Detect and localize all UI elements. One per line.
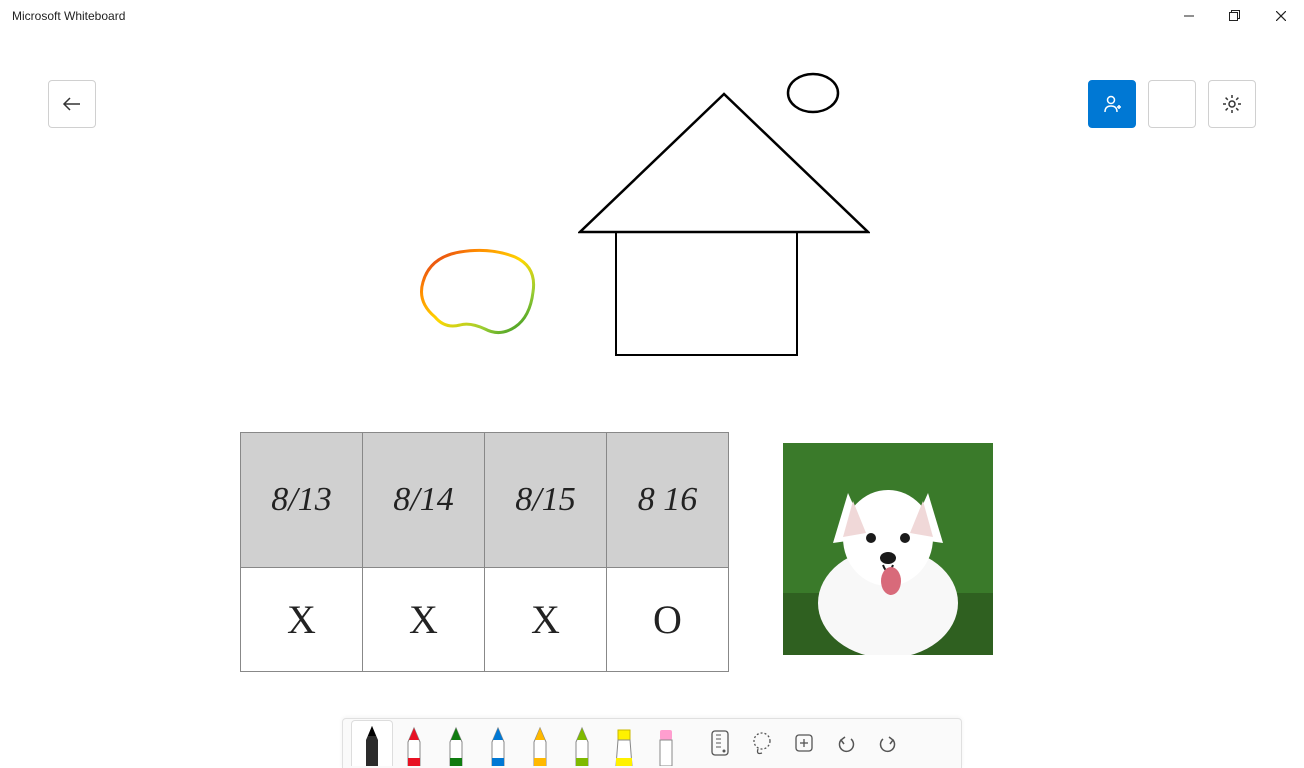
eraser-icon [656, 726, 676, 766]
tool-pen-lightgreen[interactable] [561, 720, 603, 766]
drawn-triangle [578, 92, 870, 234]
whiteboard-canvas[interactable]: 8/13 8/14 8/15 8 16 X X X O [0, 32, 1304, 768]
dog-image-icon [783, 443, 993, 655]
tool-ruler[interactable] [699, 720, 741, 766]
window-title: Microsoft Whiteboard [8, 9, 125, 23]
date-table[interactable]: 8/13 8/14 8/15 8 16 X X X O [240, 432, 729, 672]
tool-eraser[interactable] [645, 720, 687, 766]
table-cell[interactable]: X [241, 568, 363, 672]
inserted-image[interactable] [783, 443, 993, 655]
tool-pen-green[interactable] [435, 720, 477, 766]
table-header-cell[interactable]: 8/13 [241, 433, 363, 568]
table-row: X X X O [241, 568, 729, 672]
redo-icon [878, 733, 898, 753]
drawn-rectangle [615, 231, 798, 356]
close-button[interactable] [1258, 0, 1304, 32]
table-header-cell[interactable]: 8/15 [485, 433, 607, 568]
tool-pen-black[interactable] [351, 720, 393, 766]
title-bar: Microsoft Whiteboard [0, 0, 1304, 32]
tool-redo[interactable] [867, 720, 909, 766]
table-header-row: 8/13 8/14 8/15 8 16 [241, 433, 729, 568]
pen-icon [530, 726, 550, 766]
add-icon [794, 733, 814, 753]
tool-lasso[interactable] [741, 720, 783, 766]
ruler-icon [709, 729, 731, 757]
pen-toolbar [342, 718, 962, 768]
minimize-button[interactable] [1166, 0, 1212, 32]
tool-pen-yellow[interactable] [519, 720, 561, 766]
pen-icon [572, 726, 592, 766]
highlighter-icon [613, 726, 635, 766]
table-cell[interactable]: X [363, 568, 485, 672]
table-header-cell[interactable]: 8/14 [363, 433, 485, 568]
pen-icon [362, 724, 382, 766]
lasso-icon [750, 731, 774, 755]
table-cell[interactable]: O [607, 568, 729, 672]
table-header-cell[interactable]: 8 16 [607, 433, 729, 568]
table-cell[interactable]: X [485, 568, 607, 672]
rainbow-scribble [415, 247, 545, 347]
undo-icon [836, 733, 856, 753]
tool-highlighter[interactable] [603, 720, 645, 766]
tool-add[interactable] [783, 720, 825, 766]
tool-pen-red[interactable] [393, 720, 435, 766]
pen-icon [488, 726, 508, 766]
pen-icon [404, 726, 424, 766]
tool-pen-blue[interactable] [477, 720, 519, 766]
tool-undo[interactable] [825, 720, 867, 766]
pen-icon [446, 726, 466, 766]
maximize-button[interactable] [1212, 0, 1258, 32]
window-controls [1166, 0, 1304, 32]
